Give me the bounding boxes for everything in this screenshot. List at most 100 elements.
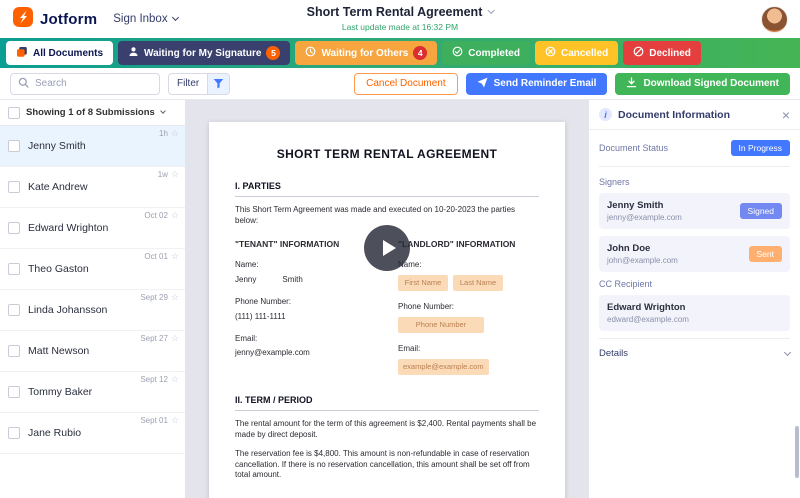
row-checkbox[interactable] bbox=[8, 263, 20, 275]
signer-name: Jenny Smith bbox=[607, 200, 664, 211]
clock-icon bbox=[305, 46, 316, 60]
list-item[interactable]: Kate Andrew 1w ☆ bbox=[0, 167, 185, 208]
star-icon[interactable]: ☆ bbox=[171, 375, 179, 384]
tab-all-documents[interactable]: All Documents bbox=[6, 41, 114, 65]
row-checkbox[interactable] bbox=[8, 304, 20, 316]
cancel-document-button[interactable]: Cancel Document bbox=[354, 72, 458, 95]
row-checkbox[interactable] bbox=[8, 345, 20, 357]
name-label: Name: bbox=[235, 260, 259, 270]
term-paragraph-2: The reservation fee is $4,800. This amou… bbox=[235, 448, 530, 480]
avatar[interactable] bbox=[761, 5, 788, 33]
list-item[interactable]: Linda Johansson Sept 29 ☆ bbox=[0, 290, 185, 331]
search-input[interactable] bbox=[35, 78, 152, 89]
list-item[interactable]: Jenny Smith 1h ☆ bbox=[0, 126, 185, 167]
submission-name: Theo Gaston bbox=[28, 263, 89, 275]
download-signed-button[interactable]: Download Signed Document bbox=[615, 72, 790, 95]
tenant-column: "TENANT" INFORMATION Name: Jenny Smith P… bbox=[235, 239, 376, 386]
star-icon[interactable]: ☆ bbox=[171, 416, 179, 425]
star-icon[interactable]: ☆ bbox=[171, 252, 179, 261]
send-reminder-label: Send Reminder Email bbox=[493, 78, 597, 89]
section-heading-parties: I. PARTIES bbox=[235, 180, 539, 198]
signer-name: John Doe bbox=[607, 243, 651, 254]
tab-badge: 5 bbox=[266, 46, 281, 60]
send-reminder-button[interactable]: Send Reminder Email bbox=[465, 72, 608, 95]
submissions-summary: Showing 1 of 8 Submissions bbox=[26, 107, 155, 118]
phone-label: Phone Number: bbox=[398, 302, 455, 312]
tab-cancelled[interactable]: Cancelled bbox=[534, 41, 619, 65]
signer-email: jenny@example.com bbox=[607, 213, 682, 222]
chevron-down-icon bbox=[171, 13, 179, 22]
document-title: Short Term Rental Agreement bbox=[306, 5, 483, 19]
list-item[interactable]: Matt Newson Sept 27 ☆ bbox=[0, 331, 185, 372]
row-checkbox[interactable] bbox=[8, 386, 20, 398]
tab-waiting-for-my-signature[interactable]: Waiting for My Signature 5 bbox=[118, 41, 291, 65]
brand-wrap: Jotform bbox=[12, 6, 97, 33]
tab-label: Cancelled bbox=[560, 47, 609, 59]
tab-label: Completed bbox=[468, 47, 520, 59]
close-icon[interactable]: × bbox=[782, 108, 790, 122]
jotform-logo[interactable] bbox=[12, 6, 34, 33]
star-icon[interactable]: ☆ bbox=[171, 293, 179, 302]
signer-card: John Doe john@example.com Sent bbox=[599, 236, 790, 272]
tab-completed[interactable]: Completed bbox=[442, 41, 530, 65]
row-checkbox[interactable] bbox=[8, 427, 20, 439]
submissions-list: Showing 1 of 8 Submissions Jenny Smith 1… bbox=[0, 100, 186, 498]
chevron-down-icon[interactable] bbox=[487, 6, 495, 15]
signer-card: Jenny Smith jenny@example.com Signed bbox=[599, 193, 790, 229]
panel-title: Document Information bbox=[618, 108, 730, 121]
star-icon[interactable]: ☆ bbox=[171, 170, 179, 179]
search-box bbox=[10, 72, 160, 95]
document-title-block: Short Term Rental Agreement Last update … bbox=[306, 5, 495, 32]
tab-declined[interactable]: Declined bbox=[623, 41, 701, 65]
details-toggle[interactable]: Details bbox=[599, 338, 792, 359]
first-name-field[interactable]: First Name bbox=[398, 275, 448, 292]
product-switcher[interactable]: Sign Inbox bbox=[113, 13, 179, 25]
list-item[interactable]: Edward Wrighton Oct 02 ☆ bbox=[0, 208, 185, 249]
tenant-last-name-value: Smith bbox=[282, 275, 303, 285]
tab-label: Declined bbox=[649, 47, 691, 59]
select-all-checkbox[interactable] bbox=[8, 106, 20, 119]
row-checkbox[interactable] bbox=[8, 222, 20, 234]
submission-time: Sept 12 bbox=[140, 375, 168, 384]
submission-name: Jenny Smith bbox=[28, 140, 86, 152]
submission-name: Edward Wrighton bbox=[28, 222, 109, 234]
phone-field[interactable]: Phone Number bbox=[398, 317, 484, 334]
check-circle-icon bbox=[452, 46, 463, 60]
chevron-down-icon[interactable] bbox=[159, 108, 166, 114]
document-preview-area: SHORT TERM RENTAL AGREEMENT I. PARTIES T… bbox=[186, 100, 588, 498]
status-tabbar: All Documents Waiting for My Signature 5… bbox=[0, 38, 800, 68]
play-button[interactable] bbox=[364, 225, 410, 271]
signer-status-badge: Signed bbox=[739, 203, 782, 219]
status-label: Document Status bbox=[599, 143, 669, 153]
row-checkbox[interactable] bbox=[8, 181, 20, 193]
cc-recipient-label: CC Recipient bbox=[599, 279, 653, 289]
slash-circle-icon bbox=[633, 46, 644, 60]
list-item[interactable]: Tommy Baker Sept 12 ☆ bbox=[0, 372, 185, 413]
filter-label: Filter bbox=[177, 78, 200, 89]
tab-label: Waiting for Others bbox=[321, 47, 409, 59]
chevron-down-icon bbox=[783, 348, 792, 356]
star-icon[interactable]: ☆ bbox=[171, 129, 179, 138]
submission-name: Kate Andrew bbox=[28, 181, 88, 193]
submission-name: Tommy Baker bbox=[28, 386, 93, 398]
list-item[interactable]: Theo Gaston Oct 01 ☆ bbox=[0, 249, 185, 290]
landlord-column: "LANDLORD" INFORMATION Name: First Name … bbox=[398, 239, 539, 386]
tenant-first-name-value: Jenny bbox=[235, 275, 257, 285]
download-icon bbox=[626, 76, 637, 91]
star-icon[interactable]: ☆ bbox=[171, 211, 179, 220]
phone-label: Phone Number: bbox=[235, 296, 292, 306]
cc-email: edward@example.com bbox=[607, 315, 689, 324]
brand-text: Jotform bbox=[40, 10, 98, 28]
star-icon[interactable]: ☆ bbox=[171, 334, 179, 343]
filter-button[interactable]: Filter bbox=[168, 72, 231, 95]
tab-waiting-for-others[interactable]: Waiting for Others 4 bbox=[295, 41, 438, 65]
tab-label: Waiting for My Signature bbox=[144, 47, 262, 59]
list-item[interactable]: Jane Rubio Sept 01 ☆ bbox=[0, 413, 185, 454]
row-checkbox[interactable] bbox=[8, 140, 20, 152]
scrollbar-thumb[interactable] bbox=[795, 426, 799, 478]
last-name-field[interactable]: Last Name bbox=[453, 275, 503, 292]
email-field[interactable]: example@example.com bbox=[398, 359, 489, 376]
cancel-document-label: Cancel Document bbox=[366, 78, 446, 89]
signers-label: Signers bbox=[599, 177, 630, 187]
term-paragraph-1: The rental amount for the term of this a… bbox=[235, 419, 537, 440]
